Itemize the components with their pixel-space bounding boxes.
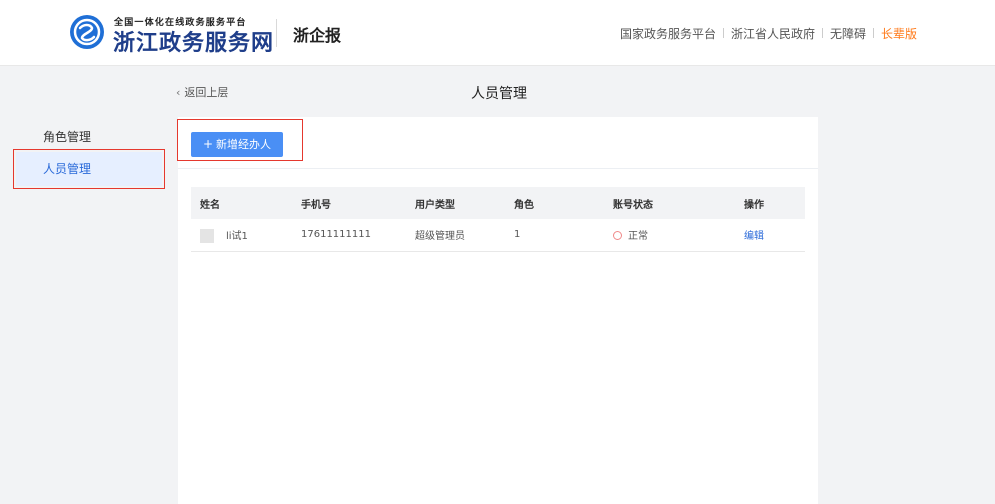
cell-name: li试1 — [191, 219, 292, 252]
avatar — [200, 228, 214, 243]
status-icon — [613, 230, 622, 240]
chevron-left-icon: ‹ — [176, 86, 181, 99]
divider — [178, 168, 818, 169]
back-link-label: 返回上层 — [184, 86, 229, 99]
content-panel — [178, 117, 818, 504]
nav-link-accessibility[interactable]: 无障碍 — [830, 25, 866, 42]
sidebar-item-staff-management[interactable]: 人员管理 — [13, 149, 165, 189]
logo-divider — [276, 19, 277, 47]
table-row: li试1 17611111111 超级管理员 1 正常 编辑 — [191, 219, 805, 252]
column-header-user-type[interactable]: 用户类型 — [406, 187, 505, 219]
nav-separator — [821, 28, 823, 38]
header: 全国一体化在线政务服务平台 浙江政务服务网 浙企报 国家政务服务平台 浙江省人民… — [0, 0, 995, 66]
table-header-row: 姓名 手机号 用户类型 角色 账号状态 操作 — [191, 187, 805, 219]
top-nav: 国家政务服务平台 浙江省人民政府 无障碍 长辈版 — [620, 25, 917, 42]
column-header-phone[interactable]: 手机号 — [292, 187, 406, 219]
back-link[interactable]: ‹ 返回上层 — [176, 84, 228, 100]
cell-phone: 17611111111 — [292, 219, 406, 252]
status-text: 正常 — [628, 231, 648, 243]
nav-separator — [722, 28, 724, 38]
sidebar-item-role-management[interactable]: 角色管理 — [16, 120, 162, 154]
staff-table: 姓名 手机号 用户类型 角色 账号状态 操作 li试1 17611111111 … — [191, 187, 805, 252]
cell-role: 1 — [505, 219, 604, 252]
column-header-name[interactable]: 姓名 — [191, 187, 292, 219]
column-header-actions[interactable]: 操作 — [703, 187, 805, 219]
page-title: 人员管理 — [471, 86, 527, 102]
cell-actions: 编辑 — [703, 219, 805, 252]
cell-user-type: 超级管理员 — [406, 219, 505, 252]
plus-icon: + — [202, 137, 214, 151]
edit-link[interactable]: 编辑 — [744, 231, 764, 242]
nav-link-elder-mode[interactable]: 长辈版 — [881, 25, 917, 42]
logo-icon[interactable] — [70, 15, 104, 49]
add-agent-button[interactable]: + 新增经办人 — [191, 132, 283, 157]
add-agent-label: 新增经办人 — [216, 138, 272, 151]
site-subtitle[interactable]: 浙企报 — [293, 22, 341, 46]
column-header-role[interactable]: 角色 — [505, 187, 604, 219]
name-text: li试1 — [226, 230, 248, 242]
logo-title[interactable]: 浙江政务服务网 — [113, 25, 274, 57]
column-header-status[interactable]: 账号状态 — [604, 187, 703, 219]
nav-separator — [872, 28, 874, 38]
nav-link-provincial-government[interactable]: 浙江省人民政府 — [731, 25, 815, 42]
cell-status: 正常 — [604, 219, 703, 252]
nav-link-national-platform[interactable]: 国家政务服务平台 — [620, 25, 716, 42]
